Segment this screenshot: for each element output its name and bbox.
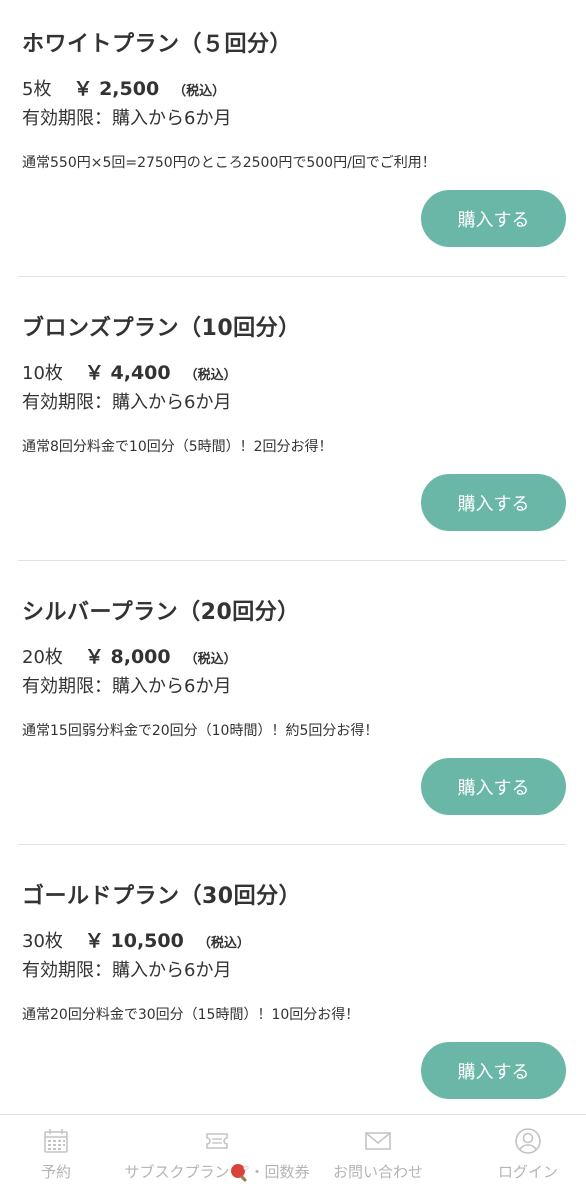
plan-validity: 有効期限：購入から6か月	[22, 108, 232, 129]
plan-title: ホワイトプラン（５回分）	[22, 32, 293, 57]
plan-description: 通常550円×5回=2750円のところ2500円で500円/回でご利用！	[22, 155, 436, 171]
plan-price: ￥ 8,000	[84, 646, 171, 668]
ping-pong-paddle-icon	[230, 1163, 249, 1182]
plan-tax-note: （税込）	[197, 936, 250, 951]
bottom-nav: 予約 サブスクプラン ・回数券 お問い合わせ ログイン	[0, 1114, 586, 1200]
buy-button[interactable]: 購入する	[421, 474, 566, 531]
plan-validity: 有効期限：購入から6か月	[22, 676, 232, 697]
plan-tax-note: （税込）	[173, 84, 226, 99]
plan-card-bronze: ブロンズプラン（10回分） 10枚 ￥ 4,400 （税込） 有効期限：購入から…	[18, 284, 566, 568]
plan-card-silver: シルバープラン（20回分） 20枚 ￥ 8,000 （税込） 有効期限：購入から…	[18, 568, 566, 852]
plan-quantity: 10枚	[22, 363, 63, 384]
nav-label-subscription: サブスクプラン ・回数券	[124, 1161, 310, 1183]
divider	[18, 276, 566, 277]
buy-button[interactable]: 購入する	[421, 1042, 566, 1099]
divider	[18, 844, 566, 845]
plan-title: ゴールドプラン（30回分）	[22, 884, 302, 909]
plan-tax-note: （税込）	[184, 368, 237, 383]
plan-price-row: 10枚 ￥ 4,400 （税込）	[22, 358, 237, 385]
plan-title: シルバープラン（20回分）	[22, 600, 300, 625]
plan-validity: 有効期限：購入から6か月	[22, 960, 232, 981]
nav-item-reservation[interactable]: 予約	[18, 1115, 94, 1201]
nav-label-reservation: 予約	[40, 1163, 71, 1181]
user-icon	[515, 1128, 541, 1154]
calendar-icon	[44, 1129, 68, 1153]
plan-price: ￥ 10,500	[84, 930, 184, 952]
plan-price-row: 20枚 ￥ 8,000 （税込）	[22, 642, 237, 669]
nav-item-contact[interactable]: お問い合わせ	[326, 1115, 430, 1201]
nav-label-contact: お問い合わせ	[332, 1163, 423, 1181]
plan-card-gold: ゴールドプラン（30回分） 30枚 ￥ 10,500 （税込） 有効期限：購入か…	[18, 852, 566, 1114]
plan-title: ブロンズプラン（10回分）	[22, 316, 301, 341]
buy-button[interactable]: 購入する	[421, 758, 566, 815]
divider	[18, 560, 566, 561]
plan-price: ￥ 2,500	[73, 78, 160, 100]
plan-description: 通常20回分料金で30回分（15時間）！10回分お得！	[22, 1007, 360, 1023]
plan-quantity: 5枚	[22, 79, 52, 100]
plan-validity: 有効期限：購入から6か月	[22, 392, 232, 413]
mail-icon	[365, 1132, 391, 1150]
nav-item-login[interactable]: ログイン	[488, 1115, 568, 1201]
buy-button[interactable]: 購入する	[421, 190, 566, 247]
plan-description: 通常15回弱分料金で20回分（10時間）！約5回分お得！	[22, 723, 379, 739]
plan-quantity: 30枚	[22, 931, 63, 952]
plan-quantity: 20枚	[22, 647, 63, 668]
plan-price-row: 5枚 ￥ 2,500 （税込）	[22, 74, 225, 101]
nav-item-subscription[interactable]: サブスクプラン ・回数券	[112, 1115, 322, 1201]
nav-label-login: ログイン	[497, 1163, 558, 1181]
nav-label-subscription-plan: サブスクプラン	[124, 1163, 230, 1181]
nav-label-subscription-tickets: ・回数券	[249, 1163, 310, 1181]
plan-price-row: 30枚 ￥ 10,500 （税込）	[22, 926, 250, 953]
plan-price: ￥ 4,400	[84, 362, 171, 384]
ticket-icon	[206, 1133, 228, 1149]
plan-description: 通常8回分料金で10回分（5時間）！2回分お得！	[22, 439, 333, 455]
plan-card-white: ホワイトプラン（５回分） 5枚 ￥ 2,500 （税込） 有効期限：購入から6か…	[18, 0, 566, 284]
plan-tax-note: （税込）	[184, 652, 237, 667]
plan-list: ホワイトプラン（５回分） 5枚 ￥ 2,500 （税込） 有効期限：購入から6か…	[0, 0, 586, 1114]
